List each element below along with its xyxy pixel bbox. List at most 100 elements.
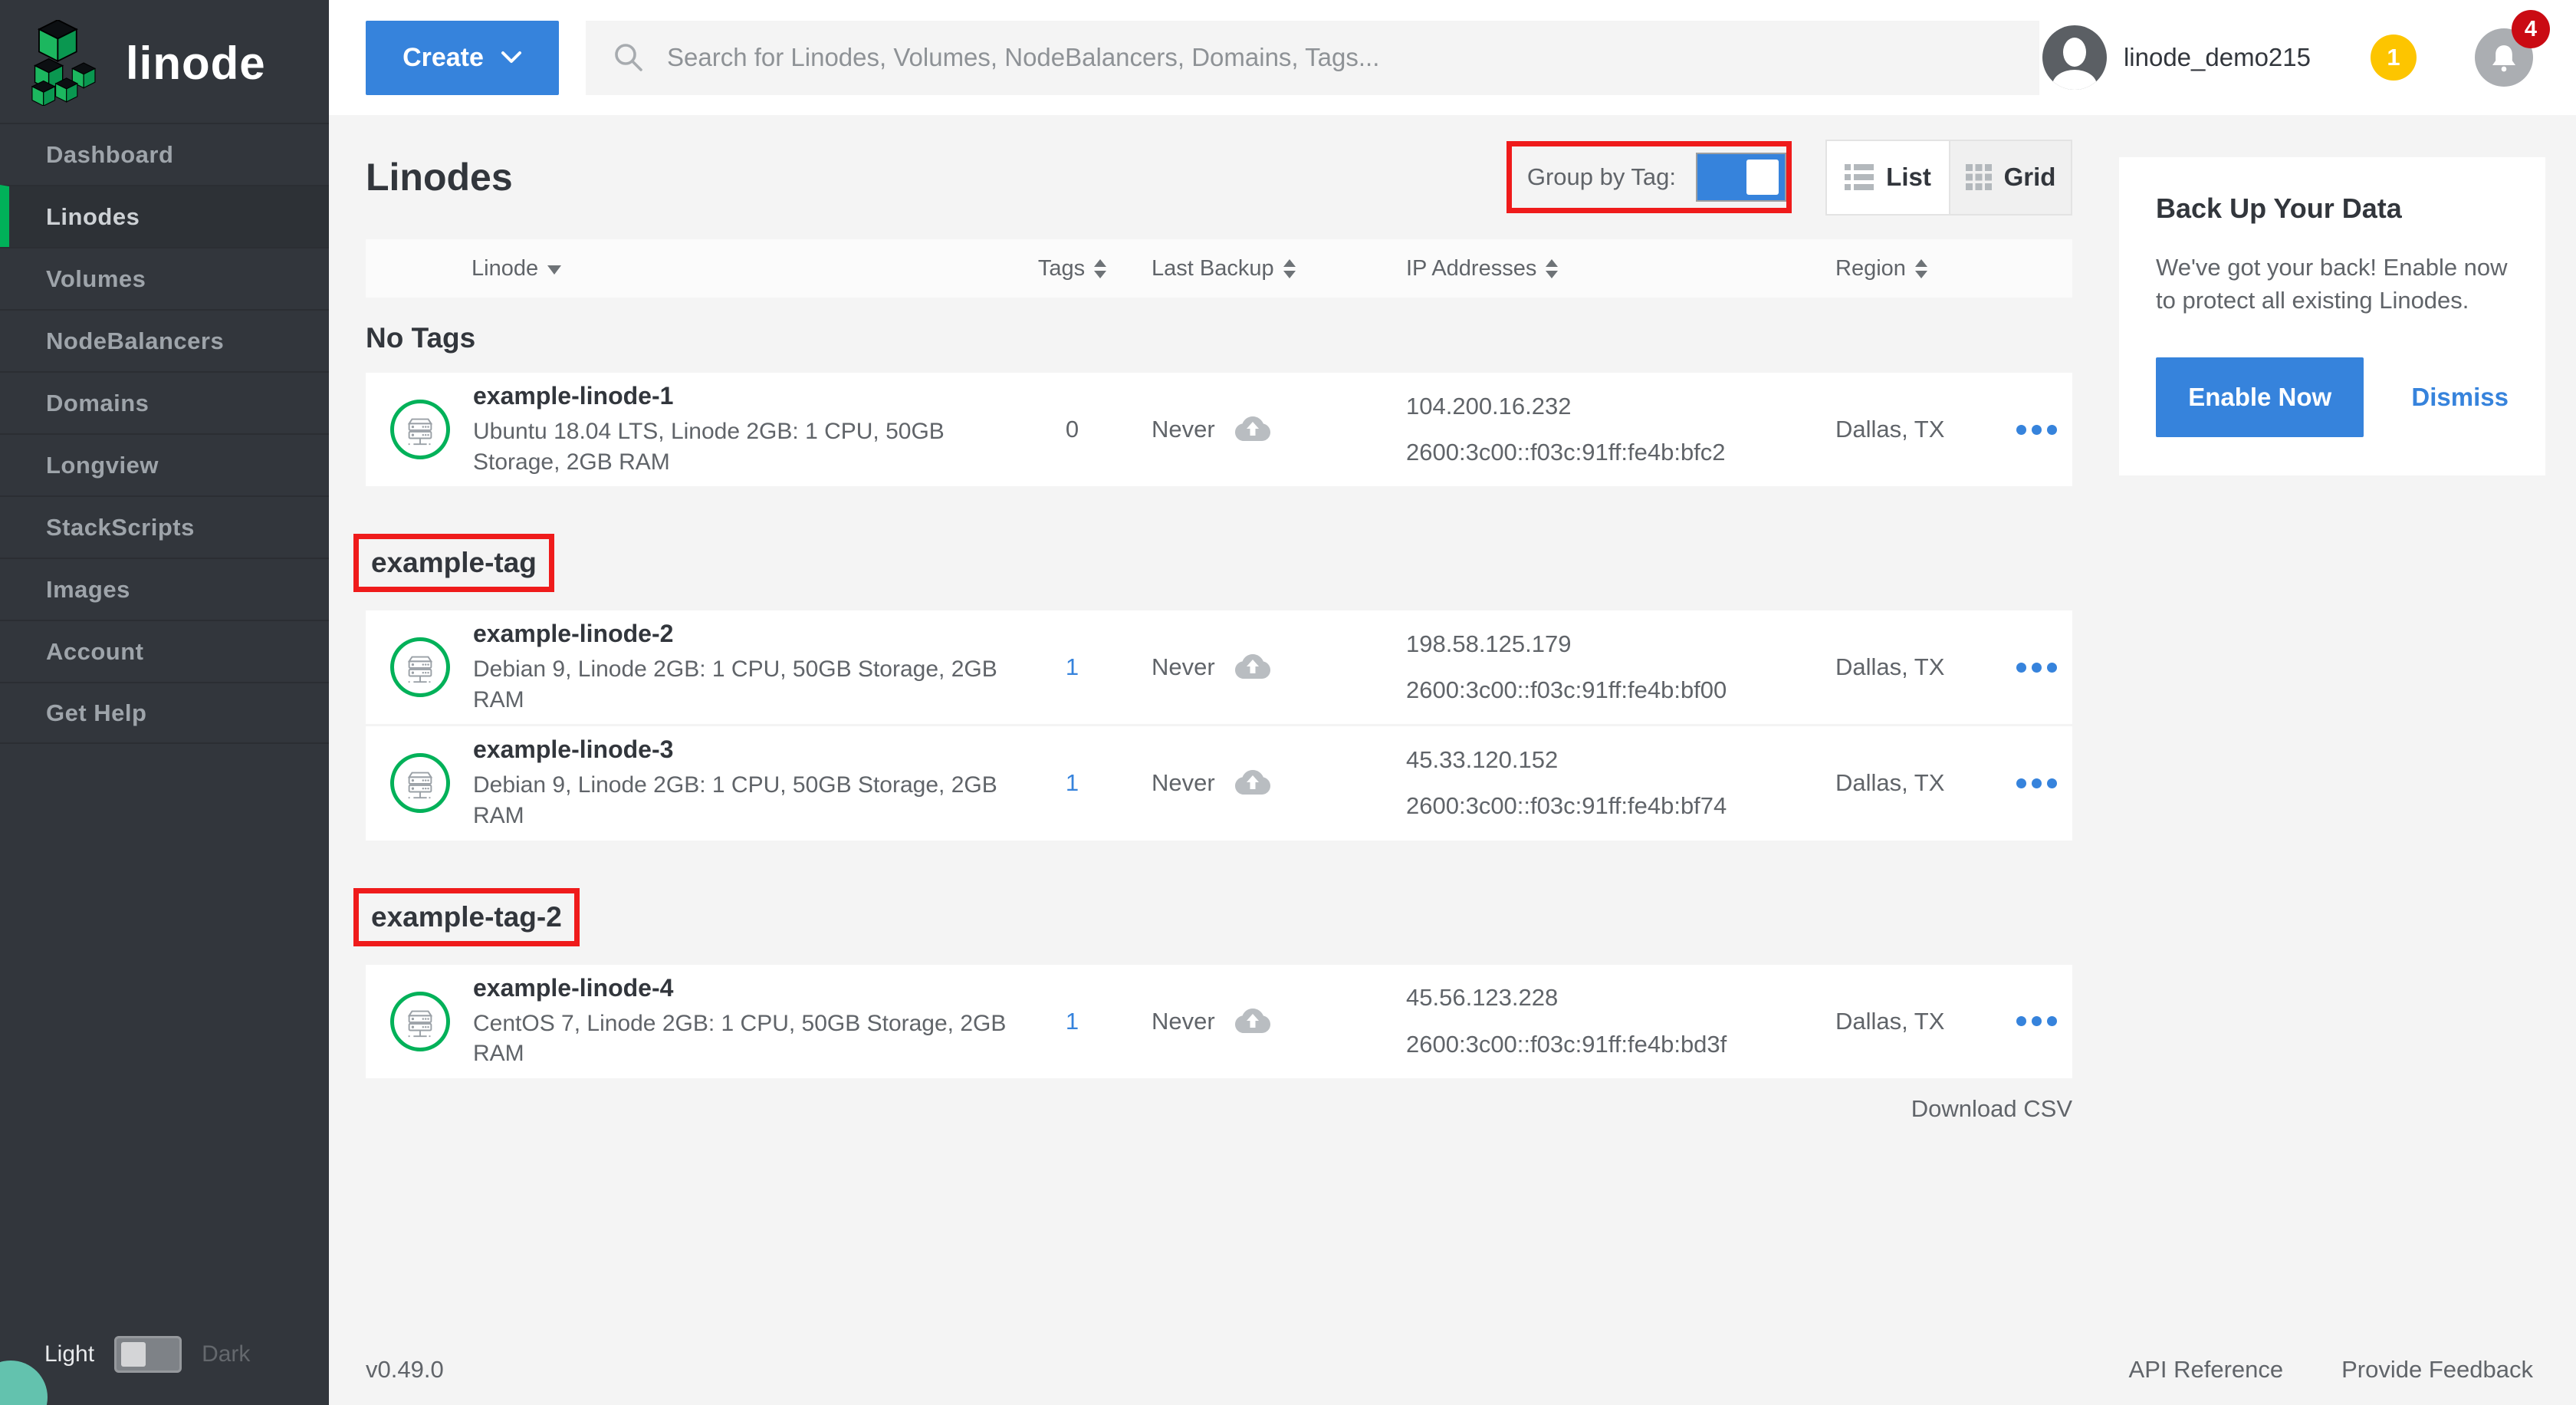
column-header-region[interactable]: Region [1809,256,2001,281]
sidebar-item-images[interactable]: Images [0,558,329,620]
linode-logo-icon [29,20,106,106]
create-button[interactable]: Create [366,21,559,95]
topbar: Create linode_demo215 1 4 [329,0,2576,115]
column-header-tags[interactable]: Tags [1025,256,1119,281]
backup-panel-title: Back Up Your Data [2156,192,2509,225]
tags-count-link[interactable]: 1 [1066,1008,1079,1035]
chevron-down-icon [501,51,522,64]
row-actions-menu-button[interactable] [2009,771,2065,796]
sidebar-item-account[interactable]: Account [0,620,329,682]
api-reference-link[interactable]: API Reference [2129,1356,2284,1384]
table-row: example-linode-4 CentOS 7, Linode 2GB: 1… [366,965,2072,1078]
list-view-label: List [1886,163,1931,192]
sidebar-item-label: StackScripts [46,514,195,541]
linode-specs: Ubuntu 18.04 LTS, Linode 2GB: 1 CPU, 50G… [473,416,1019,477]
linode-specs: Debian 9, Linode 2GB: 1 CPU, 50GB Storag… [473,654,1019,715]
ellipsis-menu-icon [2016,778,2026,788]
enable-now-button[interactable]: Enable Now [2156,357,2364,437]
bell-icon [2489,41,2519,74]
row-actions-menu-button[interactable] [2009,655,2065,680]
sidebar-item-nodebalancers[interactable]: NodeBalancers [0,309,329,371]
search-input[interactable] [667,43,2013,72]
page-header: Linodes Group by Tag: [366,115,2072,239]
list-view-button[interactable]: List [1827,141,1949,214]
column-header-last-backup[interactable]: Last Backup [1119,256,1372,281]
download-csv-link[interactable]: Download CSV [366,1095,2072,1123]
sidebar-item-domains[interactable]: Domains [0,371,329,433]
column-header-linode[interactable]: Linode [366,256,1025,281]
column-header-ip-addresses[interactable]: IP Addresses [1372,256,1809,281]
group-by-tag-label: Group by Tag: [1527,163,1676,191]
server-icon [402,765,438,801]
last-backup-value: Never [1152,416,1215,443]
region: Dallas, TX [1809,1008,2001,1035]
avatar-person-icon [2063,38,2086,67]
avatar[interactable] [2042,25,2107,90]
theme-dark-label: Dark [202,1341,250,1367]
sidebar-item-volumes[interactable]: Volumes [0,247,329,309]
username[interactable]: linode_demo215 [2124,43,2311,72]
sidebar: linode Dashboard Linodes Volumes NodeBal… [0,0,329,1405]
sidebar-nav: Dashboard Linodes Volumes NodeBalancers … [0,123,329,744]
ipv4-address: 45.33.120.152 [1406,737,1809,783]
credit-badge[interactable]: 1 [2371,35,2417,81]
linode-name-link[interactable]: example-linode-1 [473,382,1019,410]
linode-status-icon [390,753,450,813]
sidebar-item-label: Account [46,638,144,666]
cloud-upload-icon [1235,654,1270,680]
provide-feedback-link[interactable]: Provide Feedback [2341,1356,2533,1384]
server-icon [402,650,438,685]
sidebar-item-label: Domains [46,390,149,417]
theme-toggle-switch[interactable] [114,1336,182,1373]
backup-panel: Back Up Your Data We've got your back! E… [2119,157,2545,475]
sort-icon [1915,259,1927,278]
ipv4-address: 45.56.123.228 [1406,975,1809,1021]
grid-view-button[interactable]: Grid [1949,141,2071,214]
notifications: 4 [2475,28,2533,87]
tags-count: 0 [1066,416,1079,443]
region: Dallas, TX [1809,653,2001,681]
sidebar-item-get-help[interactable]: Get Help [0,682,329,744]
table-row: example-linode-1 Ubuntu 18.04 LTS, Linod… [366,373,2072,486]
row-actions-menu-button[interactable] [2009,417,2065,443]
ipv6-address: 2600:3c00::f03c:91ff:fe4b:bd3f [1406,1022,1809,1068]
server-icon [402,1004,438,1039]
tags-count-link[interactable]: 1 [1066,769,1079,796]
sort-icon [547,265,561,275]
cloud-upload-icon [1235,416,1270,443]
group-example-tag-2: example-tag-2 [366,864,2072,1078]
group-by-tag-toggle[interactable] [1696,153,1786,202]
cloud-upload-icon [1235,770,1270,796]
chat-bubble[interactable] [0,1361,48,1405]
ipv6-address: 2600:3c00::f03c:91ff:fe4b:bf74 [1406,783,1809,829]
linode-logo[interactable]: linode [0,0,329,123]
last-backup-value: Never [1152,769,1215,797]
row-actions-menu-button[interactable] [2009,1009,2065,1034]
sidebar-item-label: Get Help [46,699,146,727]
last-backup-value: Never [1152,1008,1215,1035]
sidebar-item-linodes[interactable]: Linodes [0,185,329,247]
sidebar-item-dashboard[interactable]: Dashboard [0,123,329,185]
linode-name-link[interactable]: example-linode-3 [473,735,1019,764]
group-example-tag: example-tag [366,509,2072,840]
linode-name-link[interactable]: example-linode-2 [473,620,1019,648]
linode-status-icon [390,637,450,697]
theme-toggle-knob [121,1342,146,1367]
group-title-annotated: example-tag [353,534,554,592]
create-button-label: Create [402,43,484,73]
sidebar-item-longview[interactable]: Longview [0,433,329,495]
table-header: Linode Tags Last Backup IP Addresses Reg… [366,239,2072,298]
linode-specs: Debian 9, Linode 2GB: 1 CPU, 50GB Storag… [473,770,1019,831]
theme-light-label: Light [44,1341,94,1367]
cloud-upload-icon [1235,1009,1270,1035]
sidebar-item-stackscripts[interactable]: StackScripts [0,495,329,558]
ipv6-address: 2600:3c00::f03c:91ff:fe4b:bf00 [1406,667,1809,713]
main-content: Linodes Group by Tag: [329,115,2576,1405]
linode-name-link[interactable]: example-linode-4 [473,974,1019,1002]
page-title: Linodes [366,155,513,199]
sort-icon [1283,259,1296,278]
sidebar-item-label: Images [46,576,130,604]
dismiss-button[interactable]: Dismiss [2411,383,2509,412]
tags-count-link[interactable]: 1 [1066,653,1079,680]
search-bar [586,21,2039,95]
